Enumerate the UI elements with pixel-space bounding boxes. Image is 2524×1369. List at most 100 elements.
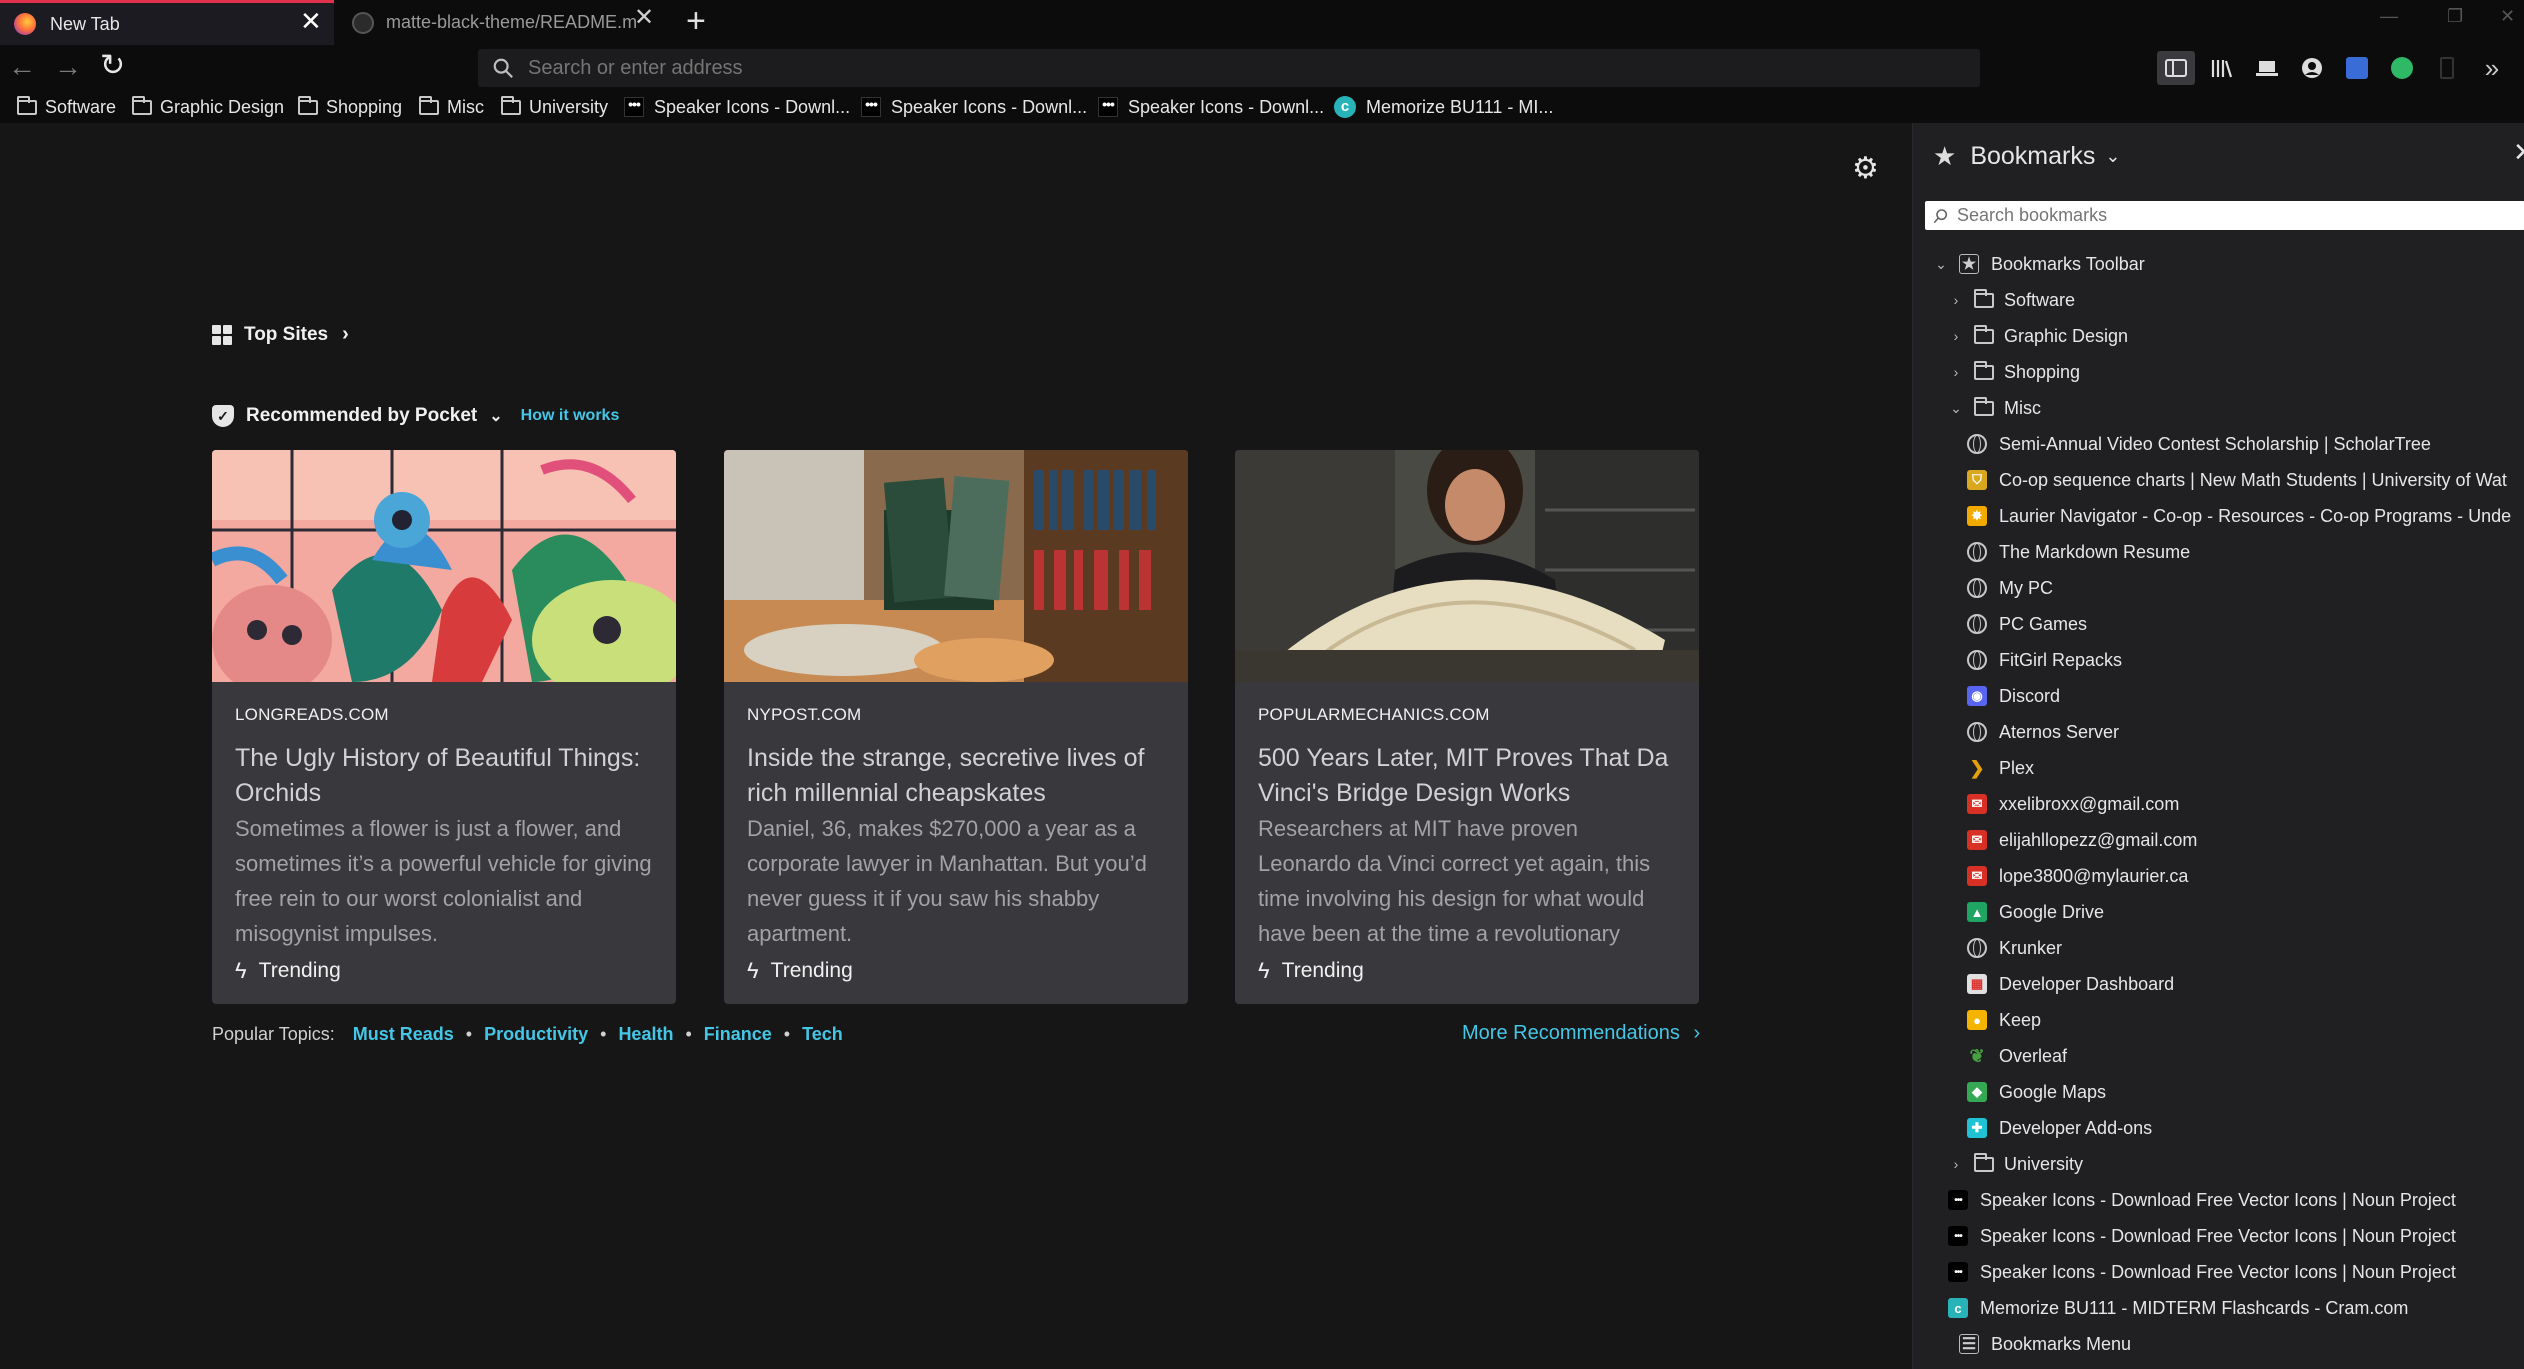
bookmark-tree-row[interactable]: ☰ Bookmarks Menu [1933, 1328, 2131, 1360]
card-context: ϟ Trending [1258, 958, 1364, 984]
bookmark-tree-row[interactable]: ❯ Plex [1967, 752, 2034, 784]
bookmark-tree-row[interactable]: PC Games [1967, 608, 2087, 640]
card-title: Inside the strange, secretive lives of r… [747, 744, 1145, 807]
topic-link[interactable]: Health [618, 1024, 673, 1045]
bookmark-folder-software[interactable]: Software [17, 93, 116, 121]
bookmark-memorize-bu111[interactable]: c Memorize BU111 - MI... [1334, 93, 1553, 121]
chevron-down-icon[interactable]: ⌄ [1933, 256, 1949, 273]
close-icon[interactable]: ✕ [634, 3, 654, 32]
minimize-button[interactable]: — [2380, 6, 2398, 27]
extension-reader-icon[interactable] [2338, 51, 2376, 85]
chevron-right-icon[interactable]: › [1948, 292, 1964, 308]
forward-button[interactable]: → [54, 51, 82, 83]
account-icon[interactable] [2293, 51, 2331, 85]
card-context-label: Trending [770, 959, 853, 982]
top-sites-heading[interactable]: Top Sites › [212, 323, 349, 346]
pocket-card-orchids[interactable]: LONGREADS.COM The Ugly History of Beauti… [212, 450, 676, 1004]
pocket-label[interactable]: Recommended by Pocket [246, 405, 477, 427]
tab-readme[interactable]: matte-black-theme/README.m ✕ [334, 0, 668, 45]
more-recommendations-link[interactable]: More Recommendations › [1462, 1022, 1700, 1045]
topic-link[interactable]: Tech [802, 1024, 843, 1045]
topic-link[interactable]: Productivity [484, 1024, 588, 1045]
bookmark-speaker-icons-3[interactable]: ••• Speaker Icons - Downl... [1098, 93, 1324, 121]
overflow-menu-icon[interactable]: » [2473, 51, 2511, 85]
chevron-right-icon: › [342, 323, 349, 345]
window-close-button[interactable]: ✕ [2500, 6, 2515, 27]
bookmark-tree-row[interactable]: ✉ elijahllopezz@gmail.com [1967, 824, 2197, 856]
bookmark-tree-row[interactable]: ••• Speaker Icons - Download Free Vector … [1948, 1184, 2456, 1216]
chevron-right-icon[interactable]: › [1948, 328, 1964, 344]
how-it-works-link[interactable]: How it works [521, 407, 620, 425]
bookmark-tree-row[interactable]: FitGirl Repacks [1967, 644, 2122, 676]
bookmark-tree-row[interactable]: › Software [1948, 284, 2075, 316]
firefox-icon [14, 13, 36, 35]
maximize-button[interactable]: ❐ [2447, 6, 2463, 27]
bookmark-tree-label: Speaker Icons - Download Free Vector Ico… [1980, 1225, 2456, 1246]
bookmark-tree-row[interactable]: ⛉ Co-op sequence charts | New Math Studen… [1967, 464, 2507, 496]
bookmark-tree-row[interactable]: ⌄ Misc [1948, 392, 2041, 424]
bookmark-tree-row[interactable]: ▲ Google Drive [1967, 896, 2104, 928]
bookmark-tree-row[interactable]: ◆ Google Maps [1967, 1076, 2106, 1108]
navigation-toolbar: ← → ↻ » [0, 45, 2524, 90]
close-icon[interactable]: ✕ [300, 6, 322, 37]
bookmark-folder-graphic-design[interactable]: Graphic Design [132, 93, 284, 121]
bookmark-tree-row[interactable]: ••• Speaker Icons - Download Free Vector … [1948, 1220, 2456, 1252]
chevron-right-icon[interactable]: › [1948, 1156, 1964, 1172]
folder-icon [1974, 324, 1994, 344]
bookmark-tree-row[interactable]: Krunker [1967, 932, 2062, 964]
topic-link[interactable]: Must Reads [353, 1024, 454, 1045]
url-input[interactable] [528, 56, 1928, 80]
bookmark-speaker-icons-1[interactable]: ••• Speaker Icons - Downl... [624, 93, 850, 121]
bookmark-tree-row[interactable]: ••• Speaker Icons - Download Free Vector … [1948, 1256, 2456, 1288]
bookmark-folder-misc[interactable]: Misc [419, 93, 484, 121]
bookmark-tree-row[interactable]: ✸ Laurier Navigator - Co-op - Resources -… [1967, 500, 2511, 532]
bookmark-folder-university[interactable]: University [501, 93, 608, 121]
bookmark-tree-row[interactable]: › Shopping [1948, 356, 2080, 388]
bookmark-tree-row[interactable]: ⌄ ★ Bookmarks Toolbar [1933, 248, 2145, 280]
chevron-right-icon[interactable]: › [1948, 364, 1964, 380]
bookmark-tree-row[interactable]: ❦ Overleaf [1967, 1040, 2067, 1072]
gear-icon[interactable]: ⚙ [1852, 151, 1879, 186]
bookmark-tree-row[interactable]: The Markdown Resume [1967, 536, 2190, 568]
bookmark-tree-label: lope3800@mylaurier.ca [1999, 865, 2189, 886]
reload-button[interactable]: ↻ [100, 48, 125, 83]
bookmark-tree-row[interactable]: My PC [1967, 572, 2053, 604]
tab-new-tab[interactable]: New Tab ✕ [0, 0, 334, 45]
bookmark-tree-row[interactable]: ● Keep [1967, 1004, 2041, 1036]
bookmarks-search-input[interactable] [1957, 205, 2517, 226]
card-title: 500 Years Later, MIT Proves That Da Vinc… [1258, 744, 1669, 807]
extension-chat-icon[interactable] [2383, 51, 2421, 85]
bookmark-tree-row[interactable]: ◉ Discord [1967, 680, 2060, 712]
chevron-down-icon[interactable]: ⌄ [1948, 400, 1964, 417]
bookmarks-search[interactable] [1925, 201, 2524, 230]
bookmark-tree-row[interactable]: › University [1948, 1148, 2083, 1180]
pocket-card-cheapskates[interactable]: NYPOST.COM Inside the strange, secretive… [724, 450, 1188, 1004]
close-icon[interactable]: ✕ [2513, 137, 2524, 168]
bookmark-tree-row[interactable]: Semi-Annual Video Contest Scholarship | … [1967, 428, 2431, 460]
new-tab-button[interactable]: + [686, 2, 706, 41]
bookmark-speaker-icons-2[interactable]: ••• Speaker Icons - Downl... [861, 93, 1087, 121]
bookmark-tree-row[interactable]: ✚ Developer Add-ons [1967, 1112, 2152, 1144]
card-context: ϟ Trending [235, 958, 341, 984]
pocket-card-davinci-bridge[interactable]: POPULARMECHANICS.COM 500 Years Later, MI… [1235, 450, 1699, 1004]
bookmark-tree-row[interactable]: ▦ Developer Dashboard [1967, 968, 2174, 1000]
bookmark-tree-row[interactable]: ✉ lope3800@mylaurier.ca [1967, 860, 2188, 892]
bookmark-tree-row[interactable]: ✉ xxelibroxx@gmail.com [1967, 788, 2179, 820]
bookmark-folder-shopping[interactable]: Shopping [298, 93, 402, 121]
star-icon: ★ [1933, 141, 1957, 171]
bookmark-tree-row[interactable]: › Graphic Design [1948, 320, 2128, 352]
card-context: ϟ Trending [747, 958, 853, 984]
url-bar[interactable] [478, 49, 1980, 87]
chevron-down-icon[interactable]: ⌄ [489, 406, 502, 426]
back-button[interactable]: ← [8, 51, 36, 83]
bookmark-tree-row[interactable]: Aternos Server [1967, 716, 2119, 748]
library-icon[interactable] [2203, 51, 2241, 85]
extension-blank-icon[interactable] [2428, 51, 2466, 85]
bookmark-tree-label: Overleaf [1999, 1045, 2068, 1066]
laptop-icon[interactable] [2248, 51, 2286, 85]
sidebar-switcher[interactable]: ★ Bookmarks ⌄ [1933, 141, 2120, 172]
topic-link[interactable]: Finance [704, 1024, 772, 1045]
sidebar-toggle-icon[interactable] [2157, 51, 2195, 85]
bookmark-tree-row[interactable]: c Memorize BU111 - MIDTERM Flashcards - C… [1948, 1292, 2408, 1324]
bookmark-tree-label: Co-op sequence charts | New Math Student… [1999, 469, 2507, 490]
